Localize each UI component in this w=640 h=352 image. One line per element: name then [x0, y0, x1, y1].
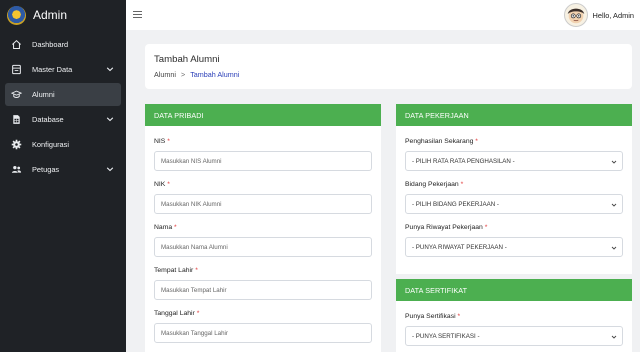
page-title: Tambah Alumni	[154, 54, 220, 65]
sidebar-item-label: Konfigurasi	[32, 140, 69, 149]
sertifikasi-label: Punya Sertifikasi	[405, 313, 456, 320]
sidebar-item-label: Petugas	[32, 165, 60, 174]
database-icon	[10, 64, 22, 76]
sidebar-item-label: Alumni	[32, 90, 55, 99]
required-mark: *	[195, 267, 198, 274]
chevron-down-icon	[611, 160, 617, 164]
bidang-label: Bidang Pekerjaan	[405, 181, 459, 188]
nik-group: NIK * Masukkan NIK Alumni	[145, 181, 381, 214]
tanggal-lahir-label: Tanggal Lahir	[154, 310, 195, 317]
chevron-down-icon	[611, 335, 617, 339]
required-mark: *	[167, 138, 170, 145]
breadcrumb-alumni[interactable]: Alumni	[154, 70, 176, 79]
tanggal-lahir-input[interactable]: Masukkan Tanggal Lahir	[154, 323, 372, 343]
data-pekerjaan-card: DATA PEKERJAAN Penghasilan Sekarang * - …	[396, 104, 632, 274]
required-mark: *	[460, 181, 464, 188]
bidang-group: Bidang Pekerjaan * - PILIH BIDANG PEKERJ…	[396, 181, 632, 214]
nama-group: Nama * Masukkan Nama Alumni	[145, 224, 381, 257]
penghasilan-label: Penghasilan Sekarang	[405, 138, 474, 145]
card-title: DATA SERTIFIKAT	[396, 279, 632, 301]
riwayat-label: Punya Riwayat Pekerjaan	[405, 224, 483, 231]
penghasilan-select[interactable]: - PILIH RATA RATA PENGHASILAN -	[405, 151, 623, 171]
app-title: Admin	[33, 8, 68, 22]
required-mark: *	[167, 181, 170, 188]
nama-label: Nama	[154, 224, 173, 231]
sertifikasi-value: - PUNYA SERTIFIKASI -	[412, 332, 480, 340]
chevron-down-icon	[106, 67, 114, 72]
page-header: Tambah Alumni Alumni > Tambah Alumni	[145, 44, 632, 89]
chevron-down-icon	[106, 167, 114, 172]
nis-group: NIS * Masukkan NIS Alumni	[145, 138, 381, 171]
users-icon	[10, 164, 22, 176]
brand-logo	[7, 5, 26, 25]
sertifikasi-select[interactable]: - PUNYA SERTIFIKASI -	[405, 326, 623, 346]
sidebar-nav: Dashboard Master Data Alumni Database Ko…	[0, 33, 126, 181]
penghasilan-value: - PILIH RATA RATA PENGHASILAN -	[412, 157, 515, 165]
card-title: DATA PEKERJAAN	[396, 104, 632, 126]
nama-input[interactable]: Masukkan Nama Alumni	[154, 237, 372, 257]
chevron-down-icon	[611, 203, 617, 207]
required-mark: *	[196, 310, 200, 317]
riwayat-select[interactable]: - PUNYA RIWAYAT PEKERJAAN -	[405, 237, 623, 257]
sidebar-item-petugas[interactable]: Petugas	[5, 158, 121, 181]
required-mark: *	[484, 224, 488, 231]
home-icon	[10, 39, 22, 51]
data-sertifikat-card: DATA SERTIFIKAT Punya Sertifikasi * - PU…	[396, 279, 632, 352]
sidebar-item-label: Master Data	[32, 65, 73, 74]
user-menu[interactable]: Hello, Admin	[563, 3, 635, 27]
required-mark: *	[457, 313, 461, 320]
bidang-select[interactable]: - PILIH BIDANG PEKERJAAN -	[405, 194, 623, 214]
riwayat-value: - PUNYA RIWAYAT PEKERJAAN -	[412, 243, 507, 251]
sertifikasi-group: Punya Sertifikasi * - PUNYA SERTIFIKASI …	[396, 313, 632, 346]
sidebar-item-label: Database	[32, 115, 64, 124]
sidebar-item-dashboard[interactable]: Dashboard	[5, 33, 121, 56]
tempat-lahir-label: Tempat Lahir	[154, 267, 194, 274]
penghasilan-group: Penghasilan Sekarang * - PILIH RATA RATA…	[396, 138, 632, 171]
sidebar-item-master-data[interactable]: Master Data	[5, 58, 121, 81]
breadcrumb-current: Tambah Alumni	[190, 70, 240, 79]
sidebar-item-konfigurasi[interactable]: Konfigurasi	[5, 133, 121, 156]
sidebar-item-database[interactable]: Database	[5, 108, 121, 131]
required-mark: *	[475, 138, 478, 145]
chevron-down-icon	[611, 246, 617, 250]
graduation-cap-icon	[10, 89, 22, 101]
bidang-value: - PILIH BIDANG PEKERJAAN -	[412, 200, 499, 208]
brand[interactable]: Admin	[0, 0, 126, 30]
tanggal-lahir-group: Tanggal Lahir * Masukkan Tanggal Lahir	[145, 310, 381, 343]
nis-input[interactable]: Masukkan NIS Alumni	[154, 151, 372, 171]
breadcrumb: Alumni > Tambah Alumni	[154, 70, 623, 79]
required-mark: *	[174, 224, 177, 231]
file-table-icon	[10, 114, 22, 126]
sidebar: Admin Dashboard Master Data Alumni Datab…	[0, 0, 126, 352]
sidebar-item-label: Dashboard	[32, 40, 69, 49]
data-pribadi-card: DATA PRIBADI NIS * Masukkan NIS Alumni N…	[145, 104, 381, 352]
gear-icon	[10, 139, 22, 151]
user-greeting: Hello, Admin	[592, 10, 635, 20]
card-title: DATA PRIBADI	[145, 104, 381, 126]
topbar: Hello, Admin	[126, 0, 640, 30]
nik-input[interactable]: Masukkan NIK Alumni	[154, 194, 372, 214]
menu-toggle-icon[interactable]	[133, 10, 142, 19]
breadcrumb-separator-icon: >	[180, 70, 186, 79]
sidebar-item-alumni[interactable]: Alumni	[5, 83, 121, 106]
chevron-down-icon	[106, 117, 114, 122]
nis-label: NIS	[154, 138, 166, 145]
riwayat-group: Punya Riwayat Pekerjaan * - PUNYA RIWAYA…	[396, 224, 632, 257]
tempat-lahir-group: Tempat Lahir * Masukkan Tempat Lahir	[145, 267, 381, 300]
tempat-lahir-input[interactable]: Masukkan Tempat Lahir	[154, 280, 372, 300]
avatar	[563, 3, 588, 27]
nik-label: NIK	[154, 181, 166, 188]
